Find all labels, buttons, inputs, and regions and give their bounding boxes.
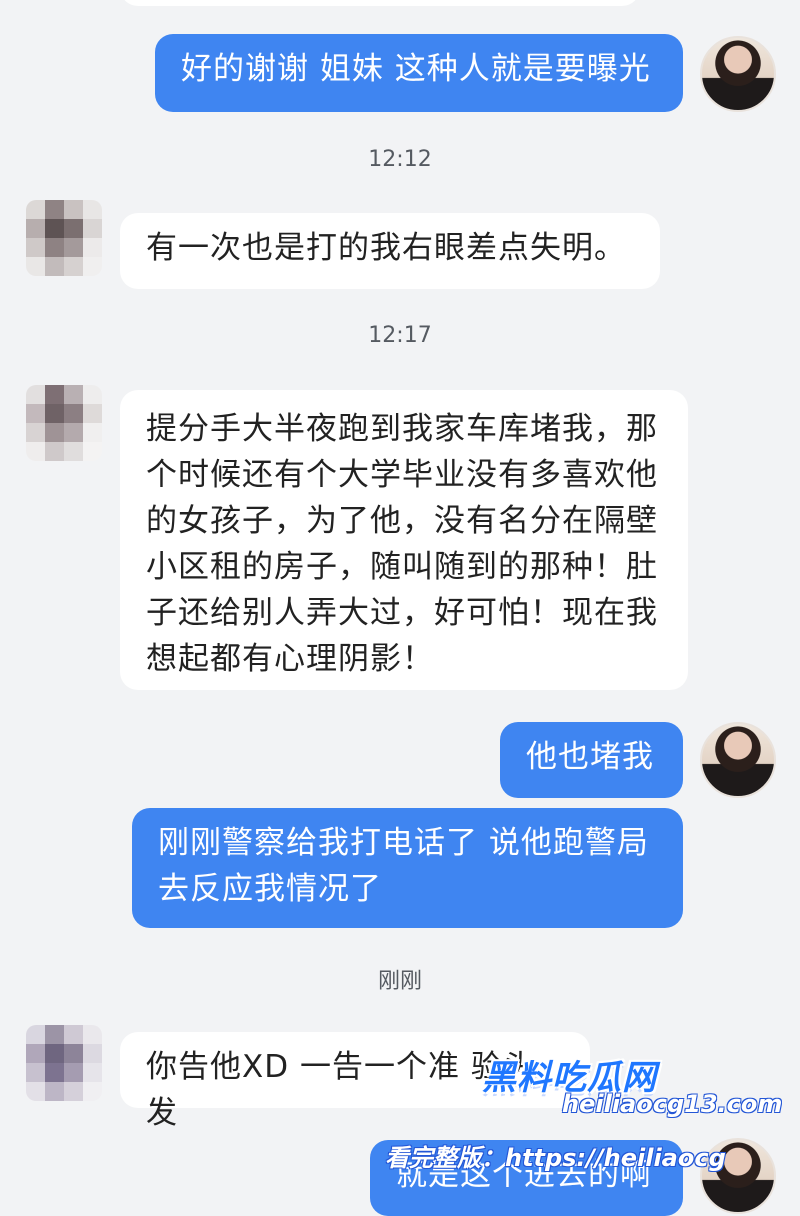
- previous-message-bubble: [120, 0, 640, 6]
- contact-avatar-blurred[interactable]: [26, 1025, 102, 1101]
- contact-avatar-blurred[interactable]: [26, 200, 102, 276]
- message-bubble-outgoing[interactable]: 好的谢谢 姐妹 这种人就是要曝光: [155, 34, 683, 112]
- message-text: 你告他XD 一告一个准 验头发: [146, 1049, 535, 1131]
- message-text: 有一次也是打的我右眼差点失明。: [146, 230, 626, 266]
- message-text: 提分手大半夜跑到我家车库堵我，那个时候还有个大学毕业没有多喜欢他的女孩子，为了他…: [146, 411, 658, 677]
- timestamp: 12:17: [368, 323, 432, 348]
- self-avatar[interactable]: [700, 36, 776, 112]
- contact-avatar-blurred[interactable]: [26, 385, 102, 461]
- timestamp: 12:12: [368, 147, 432, 172]
- timestamp: 刚刚: [377, 969, 422, 994]
- message-bubble-incoming[interactable]: 有一次也是打的我右眼差点失明。: [120, 213, 660, 289]
- message-bubble-outgoing[interactable]: 他也堵我: [500, 722, 683, 798]
- watermark-url-prefix: 看完整版：https://heiliaocg: [385, 1144, 726, 1172]
- watermark-url: heiliaocg13.com: [562, 1090, 783, 1118]
- message-bubble-incoming[interactable]: 提分手大半夜跑到我家车库堵我，那个时候还有个大学毕业没有多喜欢他的女孩子，为了他…: [120, 390, 688, 690]
- message-bubble-outgoing[interactable]: 刚刚警察给我打电话了 说他跑警局去反应我情况了: [132, 808, 683, 928]
- message-text: 刚刚警察给我打电话了 说他跑警局去反应我情况了: [158, 825, 649, 907]
- self-avatar[interactable]: [700, 722, 776, 798]
- message-text: 好的谢谢 姐妹 这种人就是要曝光: [181, 51, 651, 87]
- message-text: 他也堵我: [526, 739, 654, 775]
